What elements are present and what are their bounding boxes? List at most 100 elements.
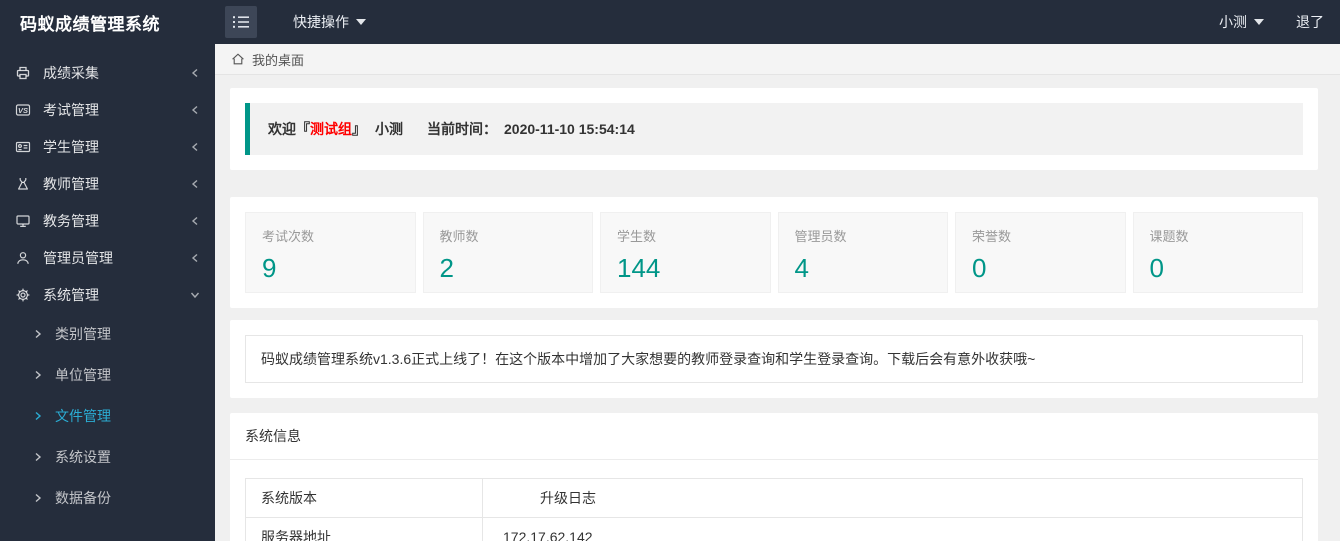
main-area: 我的桌面 欢迎 『 测试组 』 小测 当前时间： 2020-11-10 15:5… [215,44,1340,541]
sidebar-item-label: 学生管理 [43,138,99,155]
stat-label: 管理员数 [794,229,847,244]
current-time-value: 2020-11-10 15:54:14 [504,121,635,137]
id-card-icon [15,139,31,155]
stat-card-topic-count: 课题数 0 [1132,212,1303,293]
sidebar-subitem-label: 文件管理 [55,407,111,424]
sidebar-subitem-label: 类别管理 [55,325,111,342]
stat-value: 0 [972,253,987,283]
chevron-left-icon [190,105,200,115]
chevron-right-icon [33,411,43,421]
chevron-right-icon [33,329,43,339]
menu-toggle-button[interactable] [225,6,257,38]
welcome-strip: 欢迎 『 测试组 』 小测 当前时间： 2020-11-10 15:54:14 [245,103,1303,155]
sidebar-nav: 成绩采集 VS 考试管理 学生管理 教师管理 教务管理 管理员管理 系统管理 类… [0,44,215,541]
welcome-prefix: 欢迎 [268,121,296,137]
sidebar-item-label: 教务管理 [43,212,99,229]
welcome-group: 测试组 [310,121,352,137]
stat-label: 教师数 [439,229,479,244]
stat-label: 学生数 [617,229,657,244]
sidebar-item-label: 成绩采集 [43,64,99,81]
sidebar-item-academic-mgmt[interactable]: 教务管理 [0,202,215,239]
breadcrumb-label[interactable]: 我的桌面 [252,50,304,69]
home-icon [231,52,245,66]
sidebar-item-label: 系统管理 [43,286,99,303]
bracket-close: 』 [352,121,366,137]
chevron-down-icon [356,19,366,25]
announcement-text: 码蚁成绩管理系统v1.3.6正式上线了！在这个版本中增加了大家想要的教师登录查询… [245,335,1303,383]
system-info-table: 系统版本 升级日志 服务器地址 172.17.62.142 [245,478,1303,541]
chevron-right-icon [33,493,43,503]
stat-label: 荣誉数 [972,229,1012,244]
sidebar-item-teacher-mgmt[interactable]: 教师管理 [0,165,215,202]
dress-icon [15,176,31,192]
sidebar-subitem-unit-mgmt[interactable]: 单位管理 [0,354,215,395]
user-dropdown[interactable]: 小测 [1219,12,1264,32]
upgrade-log-link[interactable]: 升级日志 [482,478,1303,518]
list-icon [232,15,250,29]
chevron-right-icon [33,452,43,462]
sidebar-subitem-category-mgmt[interactable]: 类别管理 [0,313,215,354]
chevron-left-icon [190,253,200,263]
sidebar-item-label: 教师管理 [43,175,99,192]
stat-card-admin-count: 管理员数 4 [777,212,948,293]
sidebar-subitem-label: 单位管理 [55,366,111,383]
sidebar-subitem-label: 数据备份 [55,489,111,506]
chevron-right-icon [33,370,43,380]
quick-actions-dropdown[interactable]: 快捷操作 [293,12,366,32]
table-row: 服务器地址 172.17.62.142 [245,517,1303,541]
printer-icon [15,65,31,81]
sidebar-subitem-file-mgmt[interactable]: 文件管理 [0,395,215,436]
stat-card-honor-count: 荣誉数 0 [955,212,1126,293]
stat-value: 0 [1149,253,1164,283]
content: 欢迎 『 测试组 』 小测 当前时间： 2020-11-10 15:54:14 … [215,75,1340,541]
stat-value: 9 [262,253,277,283]
username-label: 小测 [1219,14,1247,30]
chevron-left-icon [190,216,200,226]
system-info-body: 系统版本 升级日志 服务器地址 172.17.62.142 [230,460,1318,541]
bracket-open: 『 [296,121,310,137]
stat-label: 考试次数 [262,229,315,244]
sidebar-subitem-label: 系统设置 [55,448,111,465]
sidebar-item-label: 考试管理 [43,101,99,118]
sidebar-subitem-system-settings[interactable]: 系统设置 [0,436,215,477]
sidebar-item-exam-mgmt[interactable]: VS 考试管理 [0,91,215,128]
server-address-label: 服务器地址 [245,517,483,541]
breadcrumb: 我的桌面 [215,44,1340,75]
stat-value: 4 [794,253,809,283]
stat-label: 课题数 [1149,229,1189,244]
stat-value: 2 [439,253,454,283]
stats-panel: 考试次数 9 教师数 2 学生数 144 管理员数 4 荣誉数 0 课题数 0 [230,197,1318,308]
sidebar-item-student-mgmt[interactable]: 学生管理 [0,128,215,165]
quick-actions-label: 快捷操作 [293,14,349,30]
vs-badge-icon: VS [15,102,31,118]
chevron-down-icon [190,290,200,300]
server-address-value: 172.17.62.142 [482,517,1303,541]
chevron-left-icon [190,142,200,152]
logout-button[interactable]: 退了 [1296,12,1324,32]
top-header: 码蚁成绩管理系统 快捷操作 小测 退了 [0,0,1340,44]
monitor-icon [15,213,31,229]
chevron-left-icon [190,68,200,78]
gear-icon [15,287,31,303]
system-info-title: 系统信息 [230,413,1318,460]
sidebar-item-label: 管理员管理 [43,249,113,266]
table-row: 系统版本 升级日志 [245,478,1303,518]
stat-value: 144 [617,253,661,283]
stat-card-teacher-count: 教师数 2 [422,212,593,293]
current-time-label: 当前时间： [427,121,497,137]
sidebar-item-system-mgmt[interactable]: 系统管理 [0,276,215,313]
announcement-panel: 码蚁成绩管理系统v1.3.6正式上线了！在这个版本中增加了大家想要的教师登录查询… [230,320,1318,398]
sidebar-item-admin-mgmt[interactable]: 管理员管理 [0,239,215,276]
chevron-left-icon [190,179,200,189]
stat-card-student-count: 学生数 144 [600,212,771,293]
chevron-down-icon [1254,19,1264,25]
welcome-panel: 欢迎 『 测试组 』 小测 当前时间： 2020-11-10 15:54:14 [230,88,1318,170]
app-title: 码蚁成绩管理系统 [20,14,160,34]
sidebar-subitem-data-backup[interactable]: 数据备份 [0,477,215,518]
svg-text:VS: VS [18,105,28,114]
system-version-label: 系统版本 [245,478,483,518]
system-info-panel: 系统信息 系统版本 升级日志 服务器地址 172.17.62.142 [230,413,1318,541]
stat-card-exam-count: 考试次数 9 [245,212,416,293]
welcome-username: 小测 [375,121,403,137]
sidebar-item-score-collect[interactable]: 成绩采集 [0,54,215,91]
